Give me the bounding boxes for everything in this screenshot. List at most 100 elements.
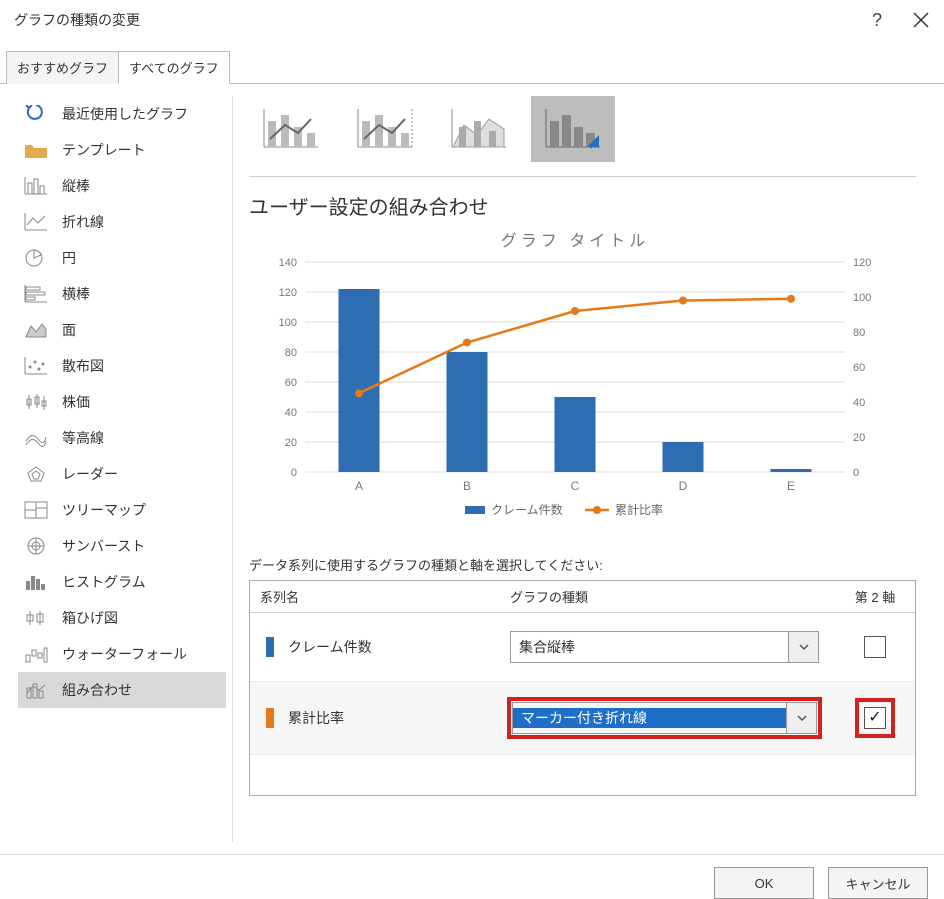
histogram-icon [22, 572, 50, 592]
svg-text:0: 0 [291, 467, 297, 479]
ok-button[interactable]: OK [714, 867, 814, 899]
sidebar-item-label: 株価 [62, 392, 90, 412]
subtype-clustered-line[interactable] [249, 96, 333, 162]
sidebar-item-label: 箱ひげ図 [62, 608, 118, 628]
sidebar-item-line[interactable]: 折れ線 [18, 204, 226, 240]
folder-icon [22, 140, 50, 160]
tab-bar: おすすめグラフ すべてのグラフ [0, 50, 944, 84]
line-chart-icon [22, 212, 50, 232]
help-icon[interactable]: ? [872, 10, 882, 31]
svg-text:120: 120 [279, 287, 297, 299]
sunburst-icon [22, 536, 50, 556]
svg-text:40: 40 [285, 407, 297, 419]
svg-text:120: 120 [853, 257, 871, 269]
box-whisker-icon [22, 608, 50, 628]
sidebar-item-area[interactable]: 面 [18, 312, 226, 348]
series-row-cumulative: 累計比率 マーカー付き折れ線 [250, 682, 915, 755]
surface-chart-icon [22, 428, 50, 448]
svg-text:80: 80 [853, 327, 865, 339]
chart-type-value: マーカー付き折れ線 [513, 708, 786, 728]
sidebar-item-histogram[interactable]: ヒストグラム [18, 564, 226, 600]
svg-text:140: 140 [279, 257, 297, 269]
sidebar-item-boxwhisker[interactable]: 箱ひげ図 [18, 600, 226, 636]
treemap-icon [22, 500, 50, 520]
svg-text:A: A [355, 479, 363, 493]
chart-type-value: 集合縦棒 [511, 637, 788, 657]
recent-icon [22, 104, 50, 124]
combo-subtype-row [249, 96, 916, 177]
stock-chart-icon [22, 392, 50, 412]
sidebar-item-combo[interactable]: 組み合わせ [18, 672, 226, 708]
sidebar-item-label: 等高線 [62, 428, 104, 448]
column-chart-icon [22, 176, 50, 196]
sidebar-item-radar[interactable]: レーダー [18, 456, 226, 492]
sidebar-item-label: ツリーマップ [62, 500, 146, 520]
svg-text:E: E [787, 479, 795, 493]
series-instruction: データ系列に使用するグラフの種類と軸を選択してください: [249, 555, 916, 574]
svg-text:D: D [679, 479, 688, 493]
svg-text:C: C [571, 479, 580, 493]
series-name-label: 累計比率 [288, 708, 510, 728]
svg-text:B: B [463, 479, 471, 493]
svg-text:60: 60 [285, 377, 297, 389]
chart-type-list: 最近使用したグラフ テンプレート 縦棒 折れ線 円 [0, 84, 232, 854]
sidebar-item-waterfall[interactable]: ウォーターフォール [18, 636, 226, 672]
scatter-chart-icon [22, 356, 50, 376]
header-chart-type: グラフの種類 [510, 587, 845, 606]
series-color-swatch [266, 708, 274, 728]
header-series-name: 系列名 [260, 587, 510, 606]
sidebar-item-label: 組み合わせ [62, 680, 132, 700]
pie-chart-icon [22, 248, 50, 268]
subtype-stacked-area-column[interactable] [437, 96, 521, 162]
chart-type-select-cumulative[interactable]: マーカー付き折れ線 [512, 702, 817, 734]
sidebar-item-bar[interactable]: 横棒 [18, 276, 226, 312]
svg-text:100: 100 [853, 292, 871, 304]
sidebar-item-recent[interactable]: 最近使用したグラフ [18, 96, 226, 132]
sidebar-item-label: 円 [62, 248, 76, 268]
cancel-button[interactable]: キャンセル [828, 867, 928, 899]
sidebar-item-label: 縦棒 [62, 176, 90, 196]
chart-preview: グラフ タイトル02040608010012014002040608010012… [249, 228, 916, 531]
series-color-swatch [266, 637, 274, 657]
chevron-down-icon [788, 632, 818, 662]
sidebar-item-label: ウォーターフォール [62, 644, 187, 664]
secondary-axis-checkbox-claims[interactable] [864, 636, 886, 658]
svg-text:100: 100 [279, 317, 297, 329]
tab-all[interactable]: すべてのグラフ [118, 51, 230, 84]
svg-text:累計比率: 累計比率 [615, 502, 663, 517]
sidebar-item-pie[interactable]: 円 [18, 240, 226, 276]
close-icon[interactable] [912, 11, 930, 29]
sidebar-item-label: 面 [62, 320, 76, 340]
svg-text:40: 40 [853, 397, 865, 409]
svg-text:20: 20 [285, 437, 297, 449]
sidebar-item-label: テンプレート [62, 140, 146, 160]
chevron-down-icon [786, 703, 816, 733]
svg-text:80: 80 [285, 347, 297, 359]
sidebar-item-templates[interactable]: テンプレート [18, 132, 226, 168]
svg-text:グラフ タイトル: グラフ タイトル [501, 232, 649, 250]
sidebar-item-treemap[interactable]: ツリーマップ [18, 492, 226, 528]
sidebar-item-sunburst[interactable]: サンバースト [18, 528, 226, 564]
sidebar-item-label: 最近使用したグラフ [62, 104, 188, 124]
subtype-clustered-line-secondary[interactable] [343, 96, 427, 162]
sidebar-item-label: ヒストグラム [62, 572, 146, 592]
header-secondary-axis: 第 2 軸 [845, 587, 905, 606]
sidebar-item-scatter[interactable]: 散布図 [18, 348, 226, 384]
tab-recommended[interactable]: おすすめグラフ [6, 51, 119, 84]
chart-type-select-claims[interactable]: 集合縦棒 [510, 631, 819, 663]
sidebar-item-surface[interactable]: 等高線 [18, 420, 226, 456]
series-table: 系列名 グラフの種類 第 2 軸 クレーム件数 集合縦棒 [249, 580, 916, 796]
series-name-label: クレーム件数 [288, 637, 510, 657]
sidebar-item-label: 散布図 [62, 356, 104, 376]
sidebar-item-column[interactable]: 縦棒 [18, 168, 226, 204]
sidebar-item-label: 折れ線 [62, 212, 104, 232]
secondary-axis-checkbox-cumulative[interactable] [864, 707, 886, 729]
subtype-custom-combo[interactable] [531, 96, 615, 162]
window-title: グラフの種類の変更 [14, 10, 140, 30]
svg-text:60: 60 [853, 362, 865, 374]
sidebar-item-stock[interactable]: 株価 [18, 384, 226, 420]
sidebar-item-label: レーダー [62, 464, 118, 484]
waterfall-icon [22, 644, 50, 664]
series-row-claims: クレーム件数 集合縦棒 [250, 613, 915, 682]
radar-chart-icon [22, 464, 50, 484]
